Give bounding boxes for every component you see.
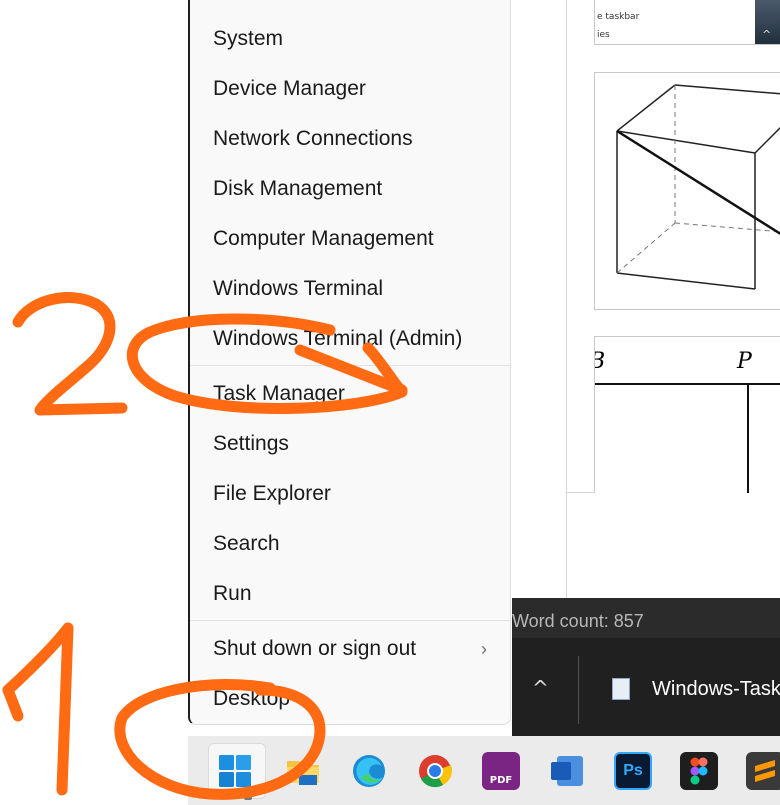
menu-item-label: Shut down or sign out — [213, 637, 417, 660]
menu-item-file-explorer[interactable]: File Explorer — [190, 472, 511, 516]
menu-item-label: Windows Terminal (Admin) — [213, 327, 463, 350]
cube-figure — [594, 72, 780, 310]
table-column-rule — [747, 383, 749, 493]
menu-item-disk-management[interactable]: Disk Management — [190, 167, 511, 211]
edge-icon[interactable] — [350, 752, 388, 790]
taskbar: PDF Ps — [188, 736, 780, 805]
menu-item-label: Settings — [213, 432, 289, 455]
menu-item-windows-terminal-admin[interactable]: Windows Terminal (Admin) — [190, 317, 511, 361]
power-user-menu: System Device Manager Network Connection… — [188, 0, 511, 725]
pdf-icon-label: PDF — [489, 774, 513, 786]
chevron-up-icon: ^ — [762, 28, 772, 41]
windows-start-icon[interactable] — [216, 752, 254, 790]
chevron-right-icon: › — [481, 638, 487, 659]
menu-item-label: File Explorer — [213, 482, 331, 505]
figma-icon[interactable] — [680, 752, 718, 790]
active-app-indicator — [244, 796, 252, 800]
cube-drawing — [616, 84, 780, 290]
word-status-bar: Word count: 857 — [512, 598, 780, 638]
menu-item-desktop[interactable]: Desktop — [190, 677, 511, 721]
menu-separator — [190, 365, 511, 366]
page-edge — [566, 0, 567, 598]
strip-separator — [578, 656, 579, 724]
menu-item-label: Device Manager — [213, 77, 366, 100]
table-rule — [595, 383, 780, 385]
thumbnail-photo: ^ — [755, 0, 780, 44]
menu-item-label: Computer Management — [213, 227, 434, 250]
chevron-up-icon[interactable]: ^ — [532, 676, 549, 700]
menu-item-device-manager[interactable]: Device Manager — [190, 67, 511, 111]
window-title[interactable]: Windows-Task — [652, 678, 780, 701]
menu-item-search[interactable]: Search — [190, 522, 511, 566]
menu-item-label: Disk Management — [213, 177, 383, 200]
menu-item-task-manager[interactable]: Task Manager — [190, 372, 511, 416]
word-icon[interactable] — [548, 752, 586, 790]
photoshop-icon[interactable]: Ps — [614, 752, 652, 790]
taskbar-window-strip: ^ Windows-Task — [512, 638, 780, 736]
word-count[interactable]: Word count: 857 — [512, 611, 644, 632]
menu-item-label: Task Manager — [213, 382, 345, 405]
table-figure: B P — [594, 336, 780, 493]
annotation-number-1 — [2, 622, 74, 796]
chrome-icon[interactable] — [416, 752, 454, 790]
menu-item-label: Desktop — [213, 687, 291, 710]
menu-separator — [190, 620, 511, 621]
menu-item-windows-terminal[interactable]: Windows Terminal — [190, 267, 511, 311]
photoshop-icon-label: Ps — [623, 762, 643, 779]
menu-item-computer-management[interactable]: Computer Management — [190, 217, 511, 261]
menu-item-label: Network Connections — [213, 127, 413, 150]
menu-item-settings[interactable]: Settings — [190, 422, 511, 466]
image-thumbnail-taskbar: e taskbar ies ^ — [594, 0, 780, 45]
annotation-number-2 — [12, 292, 128, 416]
menu-item-shut-down[interactable]: Shut down or sign out › — [190, 627, 511, 671]
menu-item-label: Windows Terminal — [213, 277, 383, 300]
table-header-p: P — [737, 349, 752, 374]
table-header-b: B — [595, 349, 605, 374]
thumbnail-caption-2: ies — [597, 30, 610, 40]
thumbnail-caption-1: e taskbar — [597, 12, 640, 22]
menu-item-system[interactable]: System — [190, 17, 511, 61]
menu-item-network-connections[interactable]: Network Connections — [190, 117, 511, 161]
menu-item-label: Run — [213, 582, 252, 605]
document-icon — [612, 678, 630, 700]
file-explorer-icon[interactable] — [284, 752, 322, 790]
menu-item-run[interactable]: Run — [190, 572, 511, 616]
menu-item-label: Search — [213, 532, 280, 555]
pdf-app-icon[interactable]: PDF — [482, 752, 520, 790]
sublime-icon[interactable] — [746, 752, 780, 790]
menu-item-label: System — [213, 27, 284, 50]
